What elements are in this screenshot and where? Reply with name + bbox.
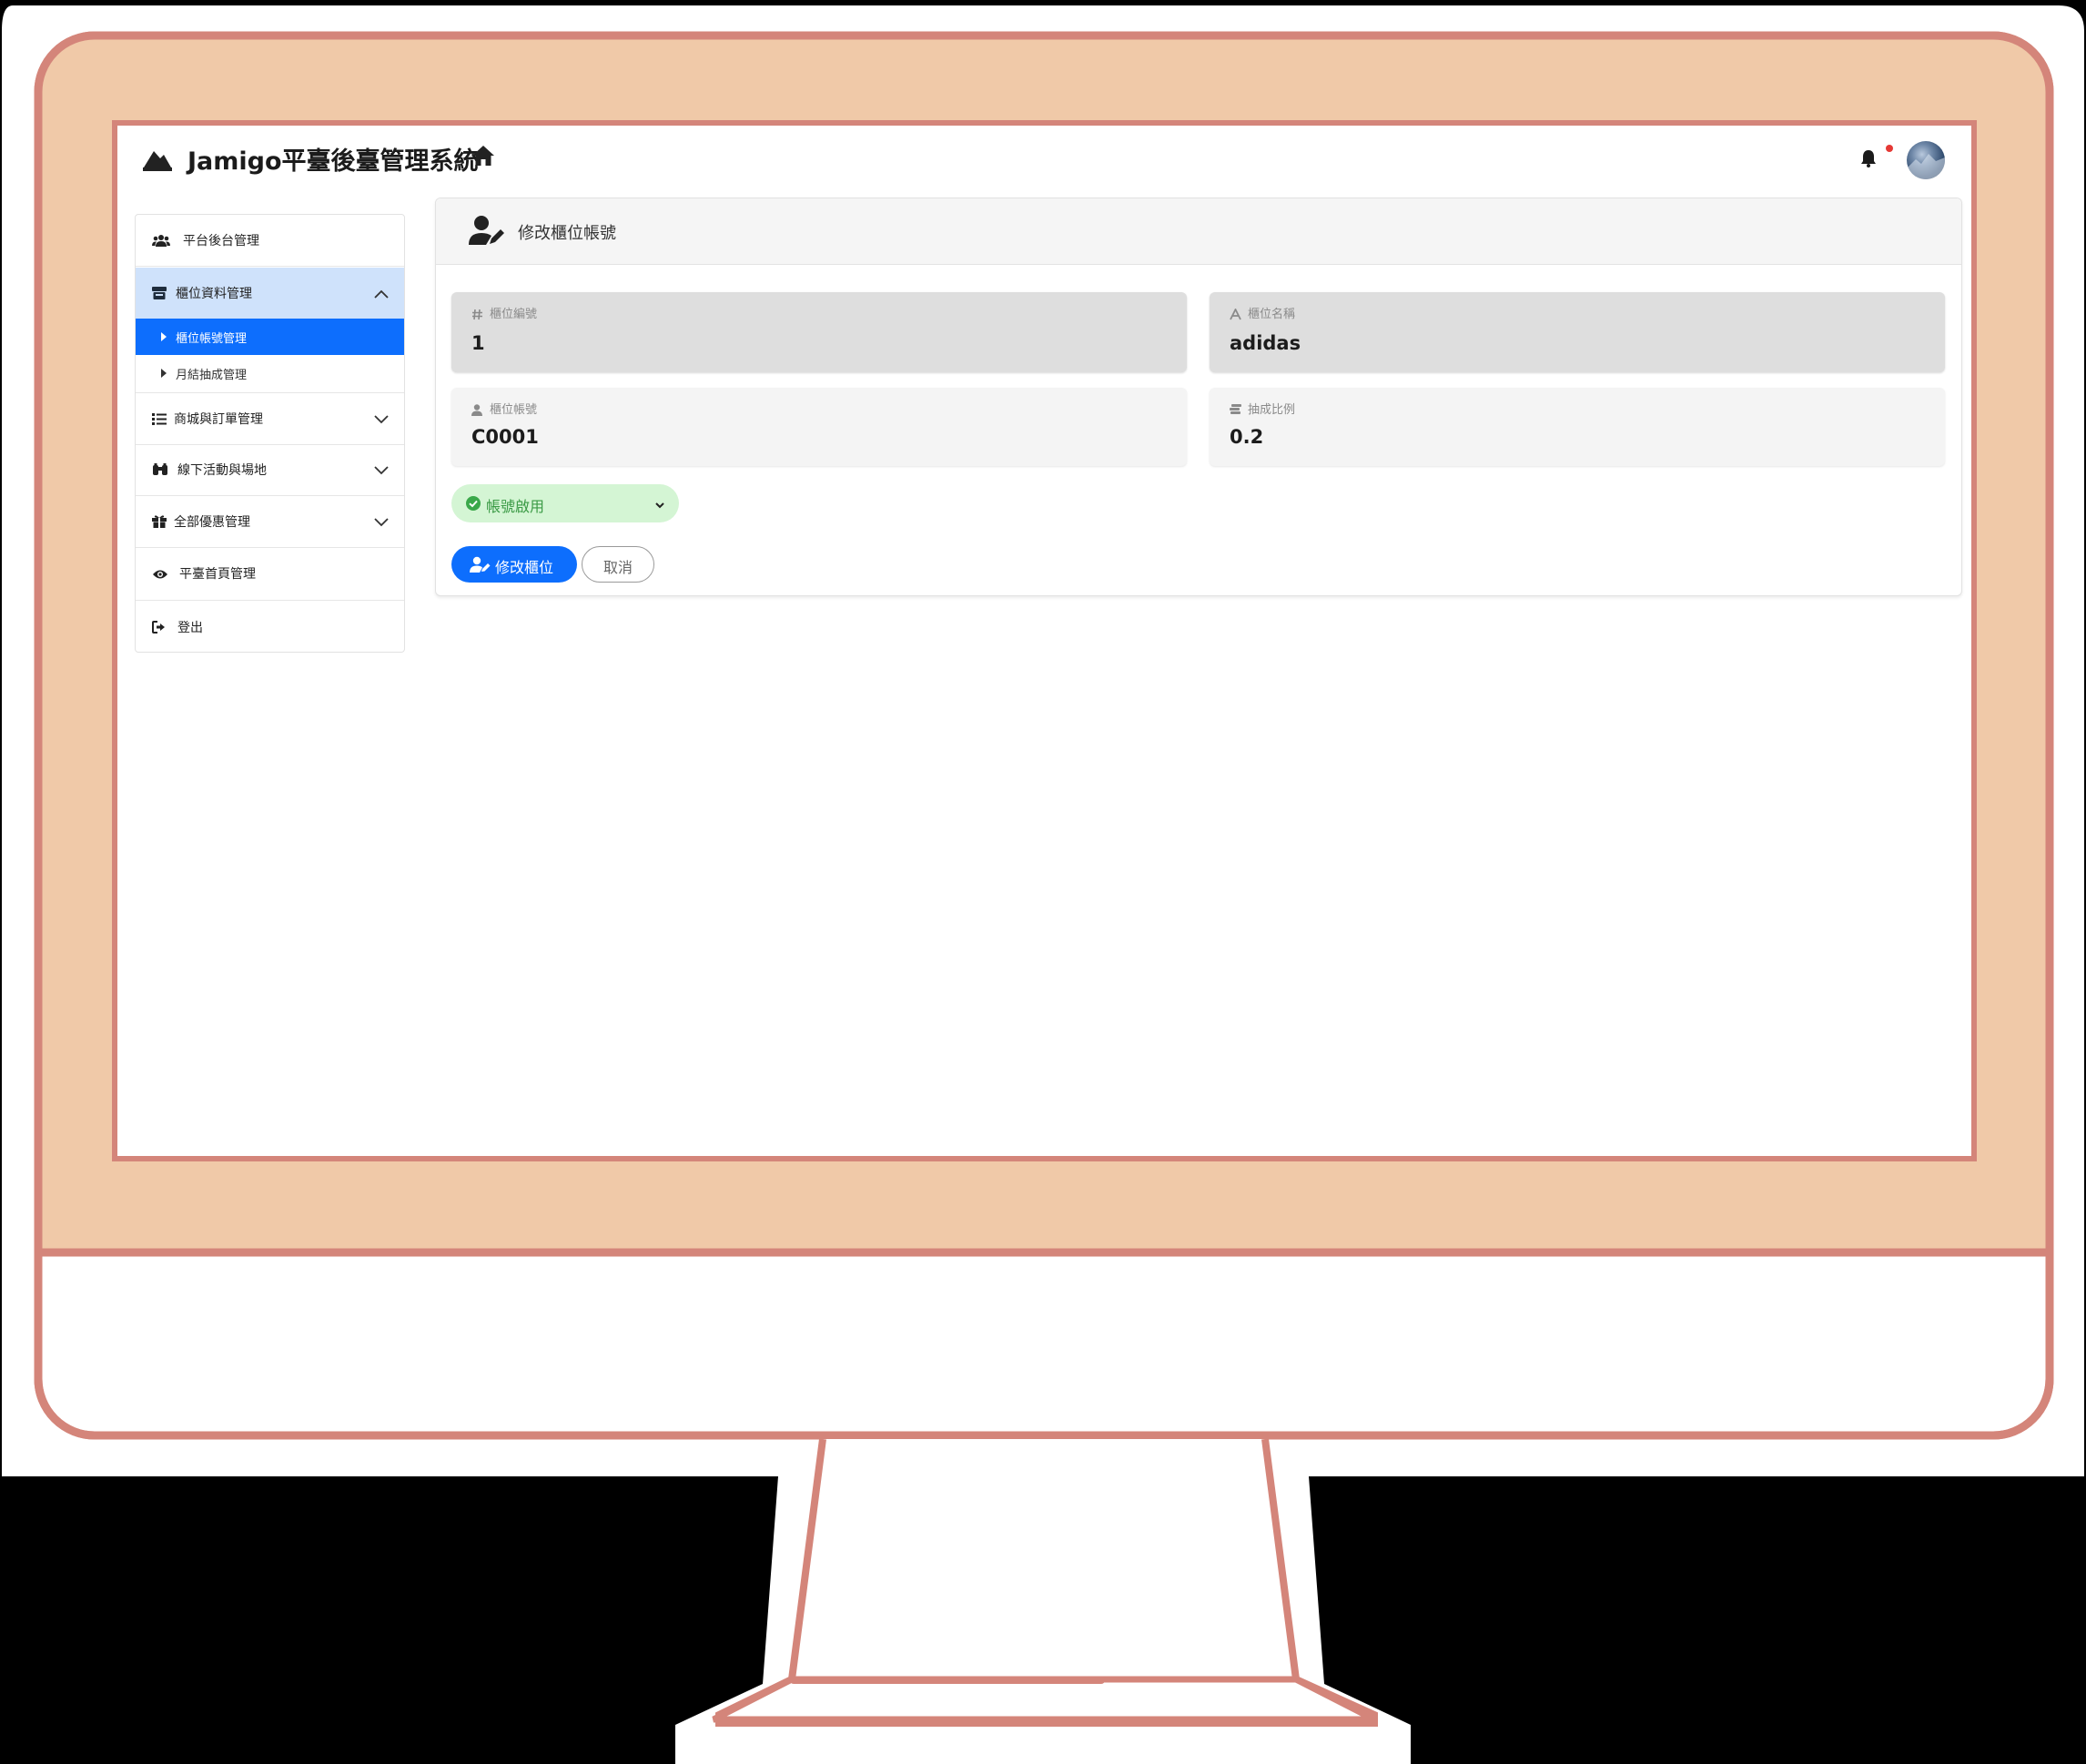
user-edit-icon bbox=[470, 556, 491, 576]
sidebar-item-label: 平臺首頁管理 bbox=[179, 567, 256, 582]
account-status-select[interactable]: 帳號啟用 bbox=[451, 484, 679, 522]
user-edit-icon bbox=[468, 215, 506, 249]
field-value: adidas bbox=[1230, 332, 1301, 354]
notification-dot bbox=[1886, 145, 1893, 152]
gift-icon bbox=[152, 514, 167, 532]
field-value: 1 bbox=[471, 332, 485, 354]
store-icon bbox=[152, 286, 167, 303]
page-title: 修改櫃位帳號 bbox=[518, 224, 616, 243]
sign-out-icon bbox=[152, 620, 167, 637]
field-label: 抽成比例 bbox=[1248, 403, 1296, 417]
card-header: 修改櫃位帳號 bbox=[436, 198, 1961, 265]
sidebar-item-platform-admin[interactable]: 平台後台管理 bbox=[136, 215, 404, 267]
avatar[interactable] bbox=[1907, 141, 1945, 179]
commission-rate-input[interactable]: 抽成比例 0.2 bbox=[1210, 388, 1945, 466]
app-screen: Jamigo平臺後臺管理系統 平台後台管理 櫃位資料管理 櫃位帳號管理 月結抽成… bbox=[118, 127, 1970, 1155]
chevron-down-icon bbox=[373, 514, 390, 532]
font-icon bbox=[1230, 307, 1241, 324]
sidebar-item-homepage[interactable]: 平臺首頁管理 bbox=[136, 548, 404, 601]
field-label: 櫃位編號 bbox=[490, 308, 538, 321]
sidebar-subitem-label: 月結抽成管理 bbox=[176, 369, 248, 382]
counter-name-field[interactable]: 櫃位名稱 adidas bbox=[1210, 292, 1945, 372]
chevron-down-icon bbox=[373, 411, 390, 429]
counter-account-input[interactable]: 櫃位帳號 C0001 bbox=[451, 388, 1187, 466]
binoculars-icon bbox=[152, 462, 168, 480]
sidebar-item-offline-events[interactable]: 線下活動與場地 bbox=[136, 444, 404, 496]
sidebar-item-label: 全部優惠管理 bbox=[174, 515, 250, 530]
button-label: 取消 bbox=[603, 559, 633, 576]
edit-counter-card: 修改櫃位帳號 櫃位編號 1 櫃位名稱 adidas 櫃位帳號 C0001 抽成比… bbox=[435, 198, 1962, 596]
chevron-down-icon bbox=[653, 497, 666, 514]
field-label: 櫃位帳號 bbox=[490, 403, 538, 417]
counter-id-field[interactable]: 櫃位編號 1 bbox=[451, 292, 1187, 372]
chevron-up-icon bbox=[373, 286, 390, 303]
sidebar-subitem-monthly-commission[interactable]: 月結抽成管理 bbox=[136, 355, 404, 391]
sidebar-item-promotions[interactable]: 全部優惠管理 bbox=[136, 496, 404, 548]
sidebar: 平台後台管理 櫃位資料管理 櫃位帳號管理 月結抽成管理 商城與訂單管理 線下活動… bbox=[135, 214, 405, 653]
cancel-button[interactable]: 取消 bbox=[582, 546, 654, 583]
sidebar-item-label: 登出 bbox=[177, 621, 203, 635]
field-label: 櫃位名稱 bbox=[1248, 308, 1296, 321]
update-counter-button[interactable]: 修改櫃位 bbox=[451, 546, 577, 583]
sidebar-subitem-label: 櫃位帳號管理 bbox=[176, 332, 248, 346]
field-value: 0.2 bbox=[1230, 426, 1264, 448]
sidebar-item-counter-data[interactable]: 櫃位資料管理 bbox=[136, 268, 404, 319]
users-icon bbox=[152, 233, 170, 250]
sidebar-item-label: 平台後台管理 bbox=[183, 234, 259, 248]
field-value: C0001 bbox=[471, 426, 539, 448]
eye-icon bbox=[152, 566, 168, 583]
chevron-down-icon bbox=[373, 462, 390, 480]
sidebar-item-label: 線下活動與場地 bbox=[177, 463, 267, 478]
coins-icon bbox=[1230, 402, 1241, 420]
sidebar-item-label: 商城與訂單管理 bbox=[174, 412, 263, 427]
home-icon[interactable] bbox=[471, 145, 495, 170]
sidebar-item-logout[interactable]: 登出 bbox=[136, 602, 404, 653]
caret-right-icon bbox=[161, 332, 167, 341]
check-circle-icon bbox=[466, 496, 481, 514]
sidebar-item-label: 櫃位資料管理 bbox=[176, 287, 252, 301]
sidebar-subitem-counter-accounts[interactable]: 櫃位帳號管理 bbox=[136, 319, 404, 355]
status-selected-value: 帳號啟用 bbox=[486, 498, 545, 515]
sidebar-item-shop-orders[interactable]: 商城與訂單管理 bbox=[136, 392, 404, 445]
jamigo-logo-icon[interactable] bbox=[141, 147, 174, 178]
hashtag-icon bbox=[471, 307, 483, 324]
button-label: 修改櫃位 bbox=[495, 559, 554, 576]
app-title[interactable]: Jamigo平臺後臺管理系統 bbox=[187, 141, 479, 177]
bell-icon[interactable] bbox=[1860, 149, 1877, 171]
user-icon bbox=[471, 402, 482, 420]
list-icon bbox=[152, 411, 167, 429]
caret-right-icon bbox=[161, 369, 167, 378]
